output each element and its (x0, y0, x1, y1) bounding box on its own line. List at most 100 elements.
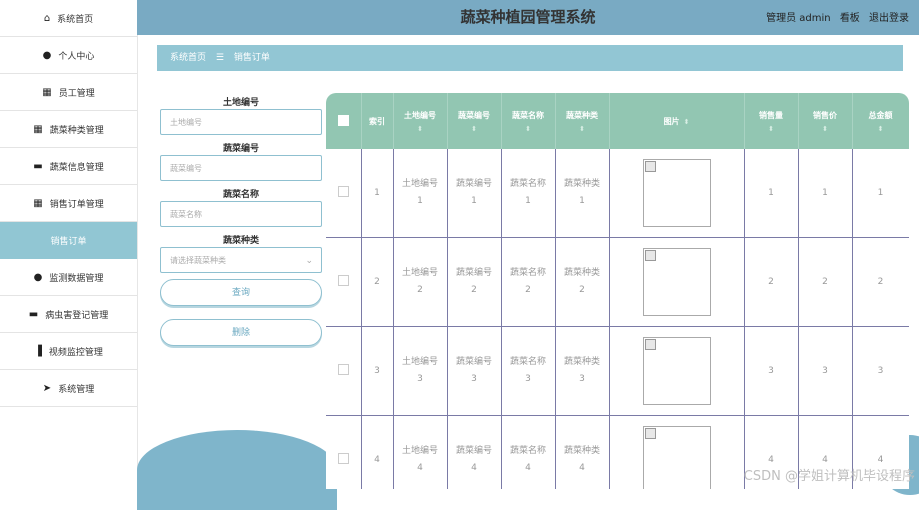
sort-icon[interactable]: ⬍ (684, 118, 690, 126)
veg-no-input[interactable]: 蔬菜编号 (160, 155, 322, 181)
table-cell: 蔬菜名称 2 (501, 237, 556, 327)
send-icon: ➤ (42, 382, 52, 394)
orders-table: 索引 土地编号 ⬍ 蔬菜编号 ⬍ 蔬菜名称 ⬍ 蔬菜种类 ⬍ 图片 ⬍ 销售量 ⬍ 销售价 ⬍ 总金额 ⬍ 1土… (326, 93, 909, 489)
sidebar: ⌂ 系统首页 ● 个人中心 ▦ 员工管理 ▦ 蔬菜种类管理 ▬ 蔬菜信息管理 ▦ 销售订单管理销售订单… (0, 0, 138, 489)
sort-icon[interactable]: ⬍ (448, 125, 501, 133)
sidebar-item[interactable]: ▬ 蔬菜信息管理 (0, 148, 137, 185)
breadcrumb-current: 销售订单 (233, 53, 270, 63)
column-header[interactable]: 蔬菜编号 ⬍ (447, 93, 502, 149)
sidebar-item-label: 视频监控管理 (48, 347, 103, 358)
sidebar-item-label: 蔬菜种类管理 (49, 125, 104, 136)
header-user-area: 管理员 admin 看板 退出登录 (760, 9, 909, 24)
table-cell: 蔬菜种类 2 (555, 237, 610, 327)
table-cell: 4 (361, 415, 394, 489)
table-cell: 2 (798, 237, 853, 327)
table-row: 2 土地编号 2 蔬菜编号 2 蔬菜名称 2 蔬菜种类 2222 (326, 237, 909, 327)
column-header[interactable]: 蔬菜名称 ⬍ (501, 93, 556, 149)
table-cell: 蔬菜种类 3 (555, 326, 610, 416)
sidebar-item-label: 个人中心 (58, 51, 95, 62)
column-header-label: 销售价 (813, 110, 837, 120)
sidebar-item[interactable]: ▦ 蔬菜种类管理 (0, 111, 137, 148)
veg-name-input[interactable]: 蔬菜名称 (160, 201, 322, 227)
broken-image-icon (642, 248, 711, 316)
sidebar-item-label: 系统首页 (57, 14, 94, 25)
table-row: 1 土地编号 1 蔬菜编号 1 蔬菜名称 1 蔬菜种类 1111 (326, 149, 909, 238)
table-cell: 蔬菜编号 4 (447, 415, 502, 489)
veg-type-select[interactable]: 请选择蔬菜种类 ⌄ (160, 247, 322, 273)
breadcrumb: 系统首页 ☰ 销售订单 (157, 45, 903, 71)
person-icon: ● (42, 49, 52, 61)
sidebar-item[interactable]: ▦ 销售订单管理 (0, 185, 137, 222)
veg-type-label: 蔬菜种类 (222, 236, 259, 246)
search-form: 土地编号 土地编号 蔬菜编号 蔬菜编号 蔬菜名称 蔬菜名称 蔬菜种类 请选择蔬菜… (160, 95, 322, 346)
sort-icon[interactable]: ⬍ (556, 125, 609, 133)
row-select-cell (326, 415, 362, 489)
table-cell: 蔬菜编号 1 (447, 149, 502, 238)
image-cell (609, 326, 745, 416)
land-no-input[interactable]: 土地编号 (160, 109, 322, 135)
sort-icon[interactable]: ⬍ (394, 125, 447, 133)
broken-image-icon (642, 337, 711, 405)
sidebar-item[interactable]: ● 监测数据管理 (0, 259, 137, 296)
sort-icon[interactable]: ⬍ (745, 125, 798, 133)
table-cell: 3 (744, 326, 799, 416)
select-all-header (326, 93, 362, 149)
image-cell (609, 149, 745, 238)
sidebar-item[interactable]: ⌂ 系统首页 (0, 0, 137, 37)
column-header[interactable]: 总金额 ⬍ (852, 93, 909, 149)
breadcrumb-separator-icon: ☰ (215, 53, 224, 63)
column-header[interactable]: 蔬菜种类 ⬍ (555, 93, 610, 149)
sidebar-subitem-active[interactable]: 销售订单 (0, 222, 137, 259)
sidebar-item[interactable]: ➤ 系统管理 (0, 370, 137, 407)
row-checkbox[interactable] (337, 364, 349, 375)
truck-icon: ▬ (28, 308, 39, 320)
breadcrumb-home[interactable]: 系统首页 (170, 53, 206, 63)
sidebar-item-label: 员工管理 (58, 88, 95, 99)
table-row: 3 土地编号 3 蔬菜编号 3 蔬菜名称 3 蔬菜种类 3333 (326, 326, 909, 416)
sidebar-item[interactable]: ▐ 视频监控管理 (0, 333, 137, 370)
sidebar-item[interactable]: ▦ 员工管理 (0, 74, 137, 111)
table-cell: 3 (852, 326, 909, 416)
table-cell: 蔬菜种类 4 (555, 415, 610, 489)
column-header-label: 蔬菜名称 (512, 110, 544, 120)
table-cell: 3 (361, 326, 394, 416)
sidebar-item-label: 蔬菜信息管理 (49, 162, 104, 173)
logout-link[interactable]: 退出登录 (869, 13, 909, 24)
person-icon: ● (33, 271, 43, 283)
column-header[interactable]: 土地编号 ⬍ (393, 93, 448, 149)
row-checkbox[interactable] (337, 186, 349, 197)
sidebar-item-label: 系统管理 (58, 384, 95, 395)
table-cell: 2 (744, 237, 799, 327)
sort-icon[interactable]: ⬍ (799, 125, 852, 133)
delete-button[interactable]: 删除 (160, 319, 322, 346)
table-cell: 1 (852, 149, 909, 238)
table-cell: 3 (798, 326, 853, 416)
column-header-label: 索引 (369, 116, 385, 126)
column-header: 索引 (361, 93, 394, 149)
table-cell: 蔬菜编号 3 (447, 326, 502, 416)
select-all-checkbox[interactable] (337, 114, 349, 126)
table-cell: 1 (798, 149, 853, 238)
column-header[interactable]: 销售量 ⬍ (744, 93, 799, 149)
row-checkbox[interactable] (337, 275, 349, 286)
table-cell: 1 (744, 149, 799, 238)
query-button[interactable]: 查询 (160, 279, 322, 306)
veg-type-placeholder: 请选择蔬菜种类 (170, 256, 226, 265)
broken-image-icon (642, 426, 711, 489)
column-header[interactable]: 图片 ⬍ (609, 93, 745, 149)
land-no-label: 土地编号 (222, 98, 259, 108)
briefcase-icon: ▬ (33, 160, 43, 172)
sidebar-item[interactable]: ▬ 病虫害登记管理 (0, 296, 137, 333)
table-cell: 1 (361, 149, 394, 238)
sidebar-item[interactable]: ● 个人中心 (0, 37, 137, 74)
sort-icon[interactable]: ⬍ (853, 125, 909, 133)
chevron-down-icon: ⌄ (305, 256, 313, 266)
column-header-label: 土地编号 (404, 110, 436, 120)
sort-icon[interactable]: ⬍ (502, 125, 555, 133)
dashboard-link[interactable]: 看板 (840, 13, 860, 24)
row-checkbox[interactable] (337, 453, 349, 464)
decorative-wave (137, 430, 337, 510)
table-cell: 蔬菜编号 2 (447, 237, 502, 327)
sidebar-item-label: 销售订单 (50, 237, 87, 247)
column-header[interactable]: 销售价 ⬍ (798, 93, 853, 149)
